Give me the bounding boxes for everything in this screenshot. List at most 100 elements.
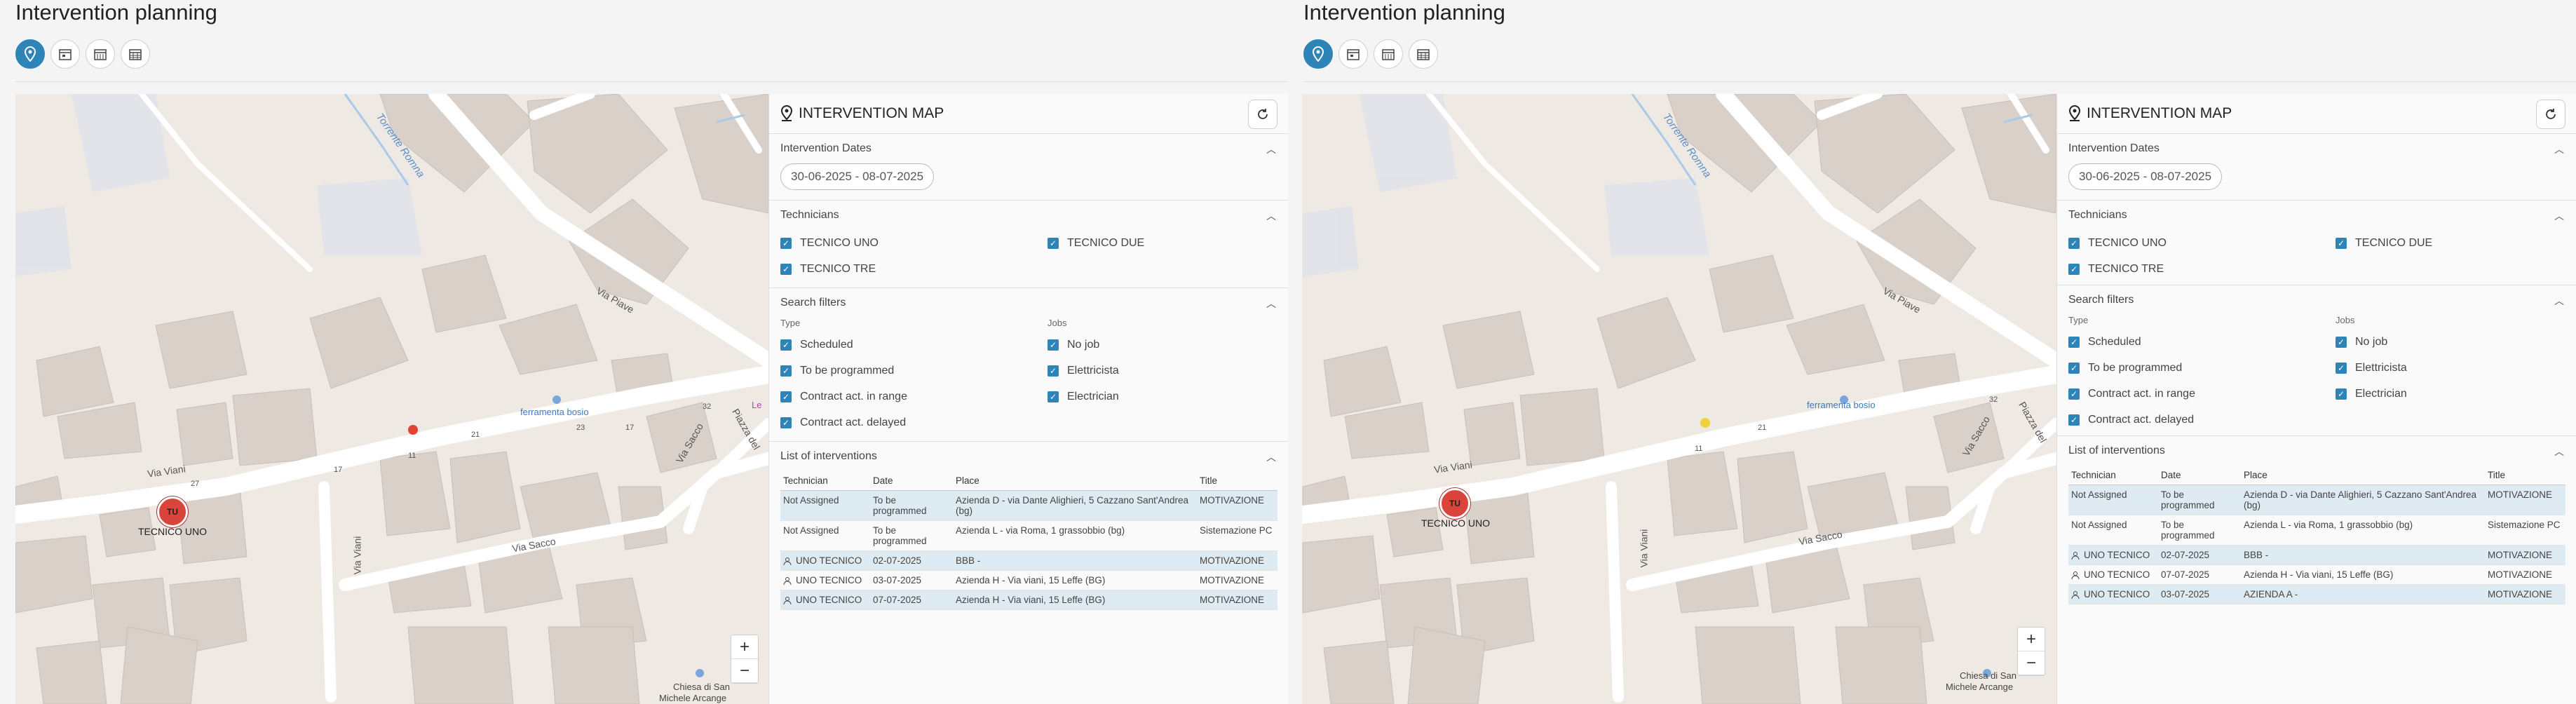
table-row[interactable]: Not Assigned To be programmed Azienda L - … <box>2068 515 2565 546</box>
technician-checkbox[interactable]: ✓ TECNICO UNO <box>780 230 1048 256</box>
zoom-in-button[interactable]: + <box>2018 628 2045 651</box>
type-checkbox[interactable]: ✓ Scheduled <box>780 332 1048 358</box>
column-header[interactable]: Technician <box>780 471 870 491</box>
type-checkbox[interactable]: ✓ Contract act. delayed <box>2068 407 2336 433</box>
map[interactable]: Torrente Romna Via Piave Via Viani Via V… <box>1302 94 2056 704</box>
checkbox-checked-icon: ✓ <box>2336 388 2347 400</box>
month-view-button[interactable] <box>1409 39 1438 69</box>
map[interactable]: Torrente Romna Via Piave Via Viani Via V… <box>15 94 768 704</box>
table-row[interactable]: UNO TECNICO 02-07-2025 BBB - MOTIVAZIONE <box>780 550 1277 571</box>
map-pin-icon <box>1312 46 1324 62</box>
technician-marker-label: TECNICO UNO <box>138 526 207 537</box>
month-view-button[interactable] <box>121 39 150 69</box>
table-row[interactable]: Not Assigned To be programmed Azienda L - … <box>780 520 1277 551</box>
chevron-up-icon[interactable]: ︿ <box>1266 209 1276 223</box>
person-icon <box>2071 571 2080 580</box>
job-checkbox[interactable]: ✓ Electrician <box>2336 381 2565 407</box>
column-header[interactable]: Date <box>870 471 953 491</box>
left-pane: Intervention planning Torrente Romna Via… <box>0 0 1288 704</box>
cell-place: AZIENDA A - <box>2241 584 2485 604</box>
column-header[interactable]: Place <box>2241 466 2485 485</box>
column-header[interactable]: Date <box>2158 466 2241 485</box>
chevron-up-icon[interactable]: ︿ <box>2554 445 2564 459</box>
cell-technician: UNO TECNICO <box>796 595 862 605</box>
technician-marker[interactable]: TU <box>1439 488 1470 519</box>
chevron-up-icon[interactable]: ︿ <box>1266 297 1276 311</box>
checkbox-checked-icon: ✓ <box>2068 263 2080 275</box>
poi-marker[interactable] <box>1700 418 1710 428</box>
job-option: Elettricista <box>1067 364 1119 377</box>
zoom-in-button[interactable]: + <box>731 635 758 659</box>
interventions-table: Technician Date Place Title Not Assigned… <box>780 471 1277 610</box>
table-row[interactable]: UNO TECNICO 07-07-2025 Azienda H - Via via… <box>780 590 1277 610</box>
type-checkbox[interactable]: ✓ Contract act. delayed <box>780 409 1048 435</box>
table-row[interactable]: Not Assigned To be programmed Azienda D - … <box>2068 485 2565 515</box>
technician-checkbox[interactable]: ✓ TECNICO TRE <box>780 256 1048 282</box>
chevron-up-icon[interactable]: ︿ <box>2554 294 2564 308</box>
job-checkbox[interactable]: ✓ Elettricista <box>2336 355 2565 381</box>
map-pin-icon <box>24 46 36 62</box>
interventions-table: Technician Date Place Title Not Assigned… <box>2068 466 2565 604</box>
cell-title: MOTIVAZIONE <box>1197 590 1277 610</box>
week-view-button[interactable] <box>86 39 115 69</box>
poi-marker[interactable] <box>408 425 418 435</box>
job-checkbox[interactable]: ✓ Electrician <box>1048 384 1277 409</box>
cell-title: MOTIVAZIONE <box>2485 564 2565 585</box>
checkbox-checked-icon: ✓ <box>2068 336 2080 348</box>
job-checkbox[interactable]: ✓ No job <box>2336 329 2565 355</box>
table-row[interactable]: UNO TECNICO 03-07-2025 AZIENDA A - MOTIVAZI… <box>2068 584 2565 604</box>
cell-date: To be programmed <box>870 490 953 521</box>
column-header[interactable]: Title <box>1197 471 1277 491</box>
house-number: 32 <box>1989 395 1998 404</box>
type-checkbox[interactable]: ✓ Contract act. in range <box>780 384 1048 409</box>
technician-checkbox[interactable]: ✓ TECNICO UNO <box>2068 230 2336 256</box>
type-checkbox[interactable]: ✓ To be programmed <box>2068 355 2336 381</box>
type-checkbox[interactable]: ✓ Contract act. in range <box>2068 381 2336 407</box>
checkbox-checked-icon: ✓ <box>780 263 792 275</box>
table-row[interactable]: UNO TECNICO 02-07-2025 BBB - MOTIVAZIONE <box>2068 545 2565 565</box>
cell-title: Sistemazione PC <box>1197 520 1277 551</box>
date-range-input[interactable]: 30-06-2025 - 08-07-2025 <box>2068 163 2223 190</box>
chevron-up-icon[interactable]: ︿ <box>2554 209 2564 223</box>
type-checkbox[interactable]: ✓ Scheduled <box>2068 329 2336 355</box>
technician-marker[interactable]: TU <box>157 496 188 527</box>
checkbox-checked-icon: ✓ <box>1048 365 1059 377</box>
table-row[interactable]: Not Assigned To be programmed Azienda D - … <box>780 490 1277 521</box>
poi-label: ferramenta bosio <box>520 407 589 417</box>
technician-checkbox[interactable]: ✓ TECNICO DUE <box>1048 230 1277 256</box>
poi-label: ferramenta bosio <box>1807 400 1876 410</box>
day-view-button[interactable] <box>50 39 80 69</box>
table-row[interactable]: UNO TECNICO 07-07-2025 Azienda H - Via via… <box>2068 564 2565 585</box>
chevron-up-icon[interactable]: ︿ <box>1266 142 1276 156</box>
technician-checkbox[interactable]: ✓ TECNICO TRE <box>2068 256 2336 282</box>
view-switcher <box>15 39 150 69</box>
job-checkbox[interactable]: ✓ Elettricista <box>1048 358 1277 384</box>
map-view-button[interactable] <box>15 39 45 69</box>
day-view-button[interactable] <box>1338 39 1368 69</box>
cell-technician: Not Assigned <box>780 520 870 551</box>
refresh-button[interactable] <box>1248 100 1277 129</box>
interventions-title: List of interventions <box>2068 445 2165 456</box>
filters-title: Search filters <box>780 297 846 309</box>
table-row[interactable]: UNO TECNICO 03-07-2025 Azienda H - Via via… <box>780 570 1277 590</box>
cell-technician: UNO TECNICO <box>2084 569 2150 580</box>
refresh-button[interactable] <box>2536 100 2565 129</box>
zoom-out-button[interactable]: − <box>2018 651 2045 675</box>
week-view-button[interactable] <box>1374 39 1403 69</box>
job-checkbox[interactable]: ✓ No job <box>1048 332 1277 358</box>
column-header[interactable]: Title <box>2485 466 2565 485</box>
zoom-out-button[interactable]: − <box>731 659 758 683</box>
technician-checkbox[interactable]: ✓ TECNICO DUE <box>2336 230 2565 256</box>
interventions-section: List of interventions ︿ Technician Date … <box>2057 436 2576 604</box>
chevron-up-icon[interactable]: ︿ <box>1266 450 1276 464</box>
technicians-section: Technicians ︿ ✓ TECNICO UNO ✓ TECNICO DUE … <box>2057 201 2576 285</box>
column-header[interactable]: Technician <box>2068 466 2158 485</box>
jobs-label: Jobs <box>2336 315 2355 325</box>
column-header[interactable]: Place <box>953 471 1197 491</box>
panel-header: INTERVENTION MAP <box>769 94 1288 134</box>
type-checkbox[interactable]: ✓ To be programmed <box>780 358 1048 384</box>
checkbox-checked-icon: ✓ <box>2068 414 2080 426</box>
map-view-button[interactable] <box>1303 39 1333 69</box>
date-range-input[interactable]: 30-06-2025 - 08-07-2025 <box>780 163 935 190</box>
chevron-up-icon[interactable]: ︿ <box>2554 142 2564 156</box>
